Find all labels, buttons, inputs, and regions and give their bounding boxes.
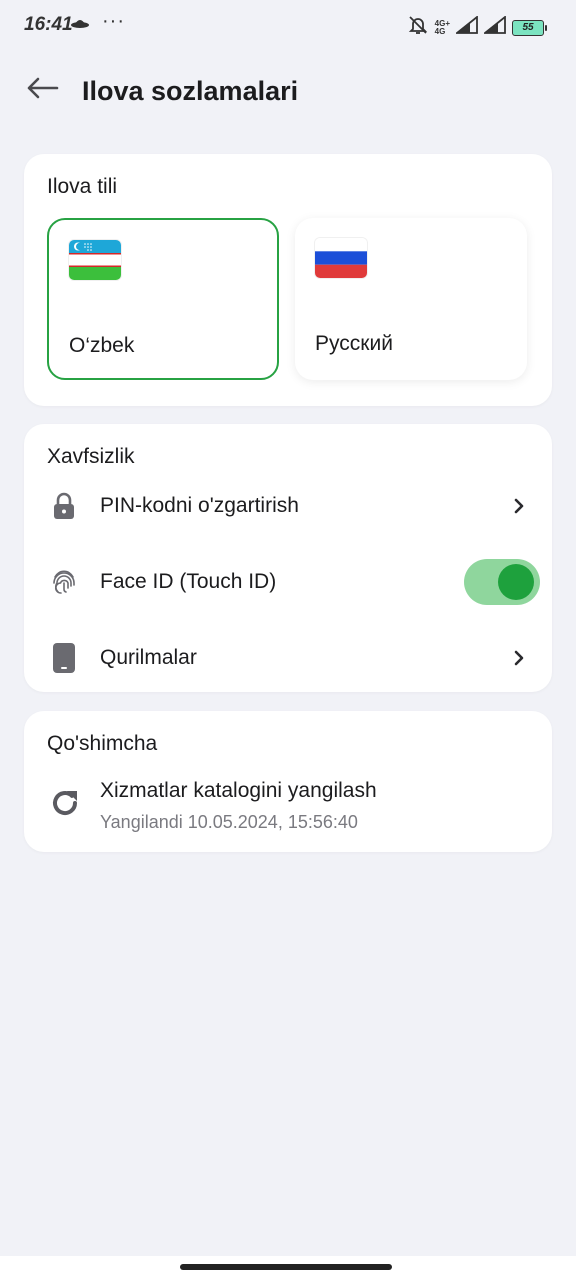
phone-icon: [50, 643, 78, 673]
network-label-bottom: 4G: [434, 26, 446, 36]
signal-icon-2: [482, 15, 506, 39]
security-card: Xavfsizlik PIN-kodni o'zgartirish Face I…: [24, 424, 552, 692]
page-title: Ilova sozlamalari: [82, 76, 299, 106]
language-name-russian: Русский: [315, 332, 393, 355]
home-indicator[interactable]: [180, 1264, 392, 1270]
ufo-icon: [70, 16, 90, 34]
refresh-timestamp: Yangilandi 10.05.2024, 15:56:40: [100, 812, 358, 832]
network-type: 4G+ 4G: [434, 19, 450, 36]
chevron-right-icon: [512, 648, 526, 668]
app-header: Ilova sozlamalari: [0, 60, 576, 124]
refresh-catalog-row[interactable]: Xizmatlar katalogini yangilash Yangiland…: [24, 771, 552, 841]
bell-muted-icon: [407, 14, 429, 41]
status-icons: 4G+ 4G 55: [407, 14, 547, 41]
refresh-icon: [48, 786, 82, 820]
battery-icon: 55: [512, 19, 547, 36]
fingerprint-icon: [50, 568, 78, 596]
back-button[interactable]: [20, 70, 64, 110]
devices-row[interactable]: Qurilmalar: [24, 628, 552, 688]
russia-flag: [315, 238, 367, 278]
lock-icon: [50, 492, 78, 520]
language-option-uzbek[interactable]: O‘zbek: [47, 218, 279, 380]
security-section-title: Xavfsizlik: [47, 445, 135, 468]
face-id-row: Face ID (Touch ID): [24, 552, 552, 612]
extra-card: Qo'shimcha Xizmatlar katalogini yangilas…: [24, 711, 552, 852]
status-more-dots: ···: [102, 10, 125, 32]
signal-icon: [454, 15, 478, 39]
extra-section-title: Qo'shimcha: [47, 732, 158, 755]
refresh-title: Xizmatlar katalogini yangilash: [100, 779, 377, 802]
face-id-label: Face ID (Touch ID): [100, 570, 277, 593]
uzbekistan-flag: [69, 240, 121, 280]
status-time: 16:41: [24, 14, 73, 35]
face-id-toggle[interactable]: [464, 559, 540, 605]
language-card: Ilova tili O‘zbek Русский: [24, 154, 552, 406]
language-name-uzbek: O‘zbek: [69, 334, 135, 357]
language-option-russian[interactable]: Русский: [295, 218, 527, 380]
toggle-knob: [498, 564, 534, 600]
language-section-title: Ilova tili: [47, 175, 118, 198]
navigation-bar: [0, 1256, 576, 1280]
pin-change-row[interactable]: PIN-kodni o'zgartirish: [24, 476, 552, 536]
chevron-right-icon: [512, 496, 526, 516]
status-bar: 16:41 ··· 4G+ 4G 55: [0, 0, 576, 54]
arrow-left-icon: [25, 76, 59, 105]
devices-label: Qurilmalar: [100, 646, 197, 669]
pin-change-label: PIN-kodni o'zgartirish: [100, 494, 299, 517]
